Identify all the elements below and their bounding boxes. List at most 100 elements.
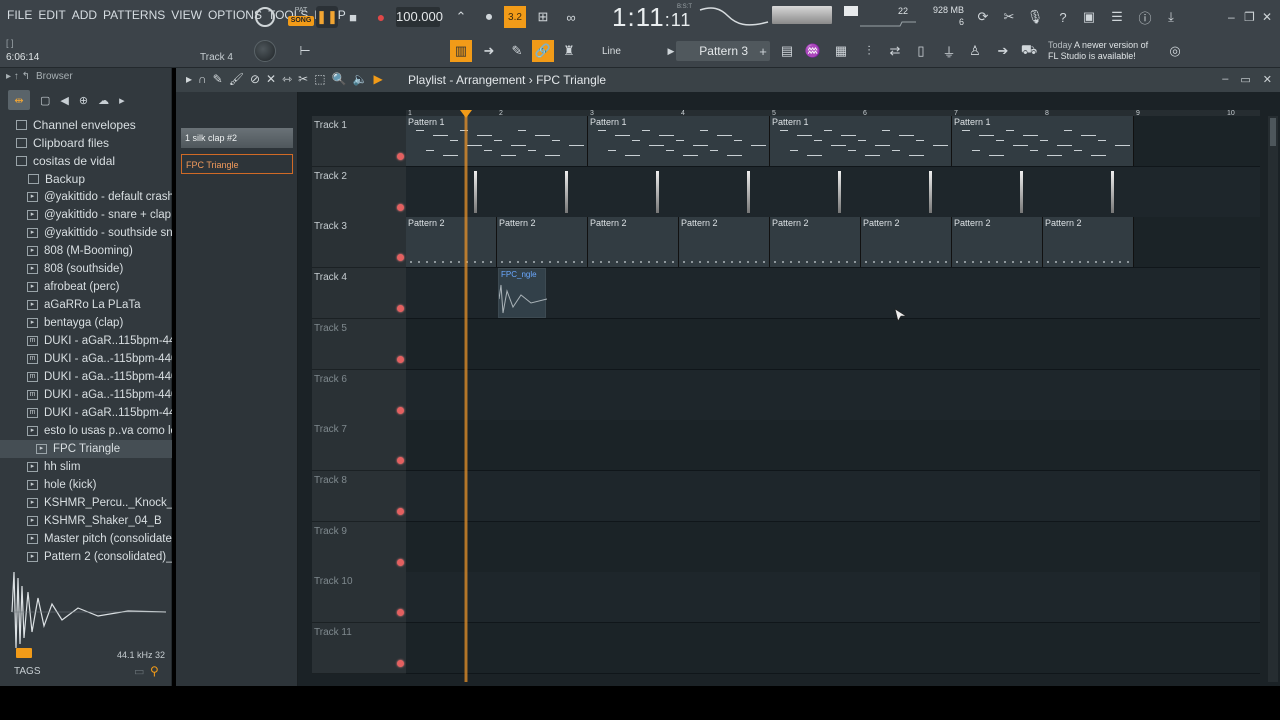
more-tabs-icon[interactable]: ▸ bbox=[119, 94, 125, 107]
slip-tool-icon[interactable]: ⇿ bbox=[282, 72, 292, 86]
pattern-clip[interactable]: Pattern 2 bbox=[1043, 217, 1134, 268]
pattern-clip[interactable]: Pattern 1 bbox=[770, 116, 952, 166]
microphone-icon[interactable]: 🎙 bbox=[1024, 6, 1046, 28]
master-pitch-knob-icon[interactable] bbox=[254, 40, 276, 62]
menu-arrow-icon[interactable]: ▸ bbox=[186, 72, 192, 86]
track-header[interactable]: Track 11 bbox=[312, 623, 406, 674]
database-tab-icon[interactable]: ⊕ bbox=[79, 94, 88, 107]
track-header[interactable]: Track 2 bbox=[312, 166, 406, 218]
preview-play-button[interactable] bbox=[16, 648, 32, 658]
track-lane[interactable]: FPC_ngle bbox=[406, 268, 1260, 320]
search-icon[interactable]: ⚲ bbox=[150, 664, 159, 678]
pattern-clip[interactable]: Pattern 1 bbox=[406, 116, 588, 166]
slider-icon[interactable]: ⊢ bbox=[294, 40, 316, 62]
pattern-clip[interactable]: Pattern 2 bbox=[497, 217, 588, 268]
browser-file[interactable]: ▸ afrobeat (perc) bbox=[0, 278, 172, 296]
track-mute-led-icon[interactable] bbox=[397, 507, 404, 515]
info-icon[interactable]: ⓘ bbox=[1134, 6, 1156, 28]
audio-clip-fpc-triangle[interactable]: FPC_ngle bbox=[498, 268, 547, 319]
folder-icon[interactable]: ▭ bbox=[134, 665, 144, 678]
news-panel[interactable]: Today A newer version of FL Studio is av… bbox=[1048, 40, 1148, 62]
track-lane[interactable] bbox=[406, 623, 1260, 674]
select-tool-icon[interactable]: ⬚ bbox=[314, 72, 325, 86]
tempo-display[interactable]: 100.000 bbox=[396, 7, 443, 27]
cut-icon[interactable]: ✂ bbox=[998, 6, 1020, 28]
track-lane[interactable] bbox=[406, 369, 1260, 421]
browser-file[interactable]: ▸ bentayga (clap) bbox=[0, 314, 172, 332]
pattern-clip[interactable]: Pattern 2 bbox=[952, 217, 1043, 268]
track-header[interactable]: Track 1 bbox=[312, 116, 406, 167]
mute-tool-icon[interactable]: ✕ bbox=[266, 72, 276, 86]
track-mute-led-icon[interactable] bbox=[397, 406, 404, 414]
snap-select[interactable]: Line bbox=[586, 42, 658, 62]
plug-icon[interactable]: ⏚ bbox=[938, 40, 960, 62]
fader-icon[interactable]: ⫶ bbox=[858, 40, 880, 62]
browser-file[interactable]: ▸ @yakittido - default crash bbox=[0, 188, 172, 206]
track-lane[interactable] bbox=[406, 572, 1260, 624]
audio-hit[interactable] bbox=[747, 170, 750, 213]
mixer-icon[interactable]: ☰ bbox=[1106, 6, 1128, 28]
draw-tool-icon[interactable]: ✎ bbox=[213, 72, 223, 86]
pat-song-toggle[interactable]: PAT SONG bbox=[288, 6, 314, 30]
menu-view[interactable]: VIEW bbox=[168, 8, 205, 22]
browser-file[interactable]: ▸ aGaRRo La PLaTa bbox=[0, 296, 172, 314]
browser-file[interactable]: ▸ hole (kick) bbox=[0, 476, 172, 494]
track-header[interactable]: Track 3 bbox=[312, 217, 406, 269]
mixer-view-icon[interactable]: ▦ bbox=[830, 40, 852, 62]
browser-file[interactable]: ▸ @yakittido - snare + clap bbox=[0, 206, 172, 224]
magnet-icon[interactable]: ∩ bbox=[198, 72, 207, 86]
track-lane[interactable] bbox=[406, 420, 1260, 472]
browser-file[interactable]: ▸ 808 (M-Booming) bbox=[0, 242, 172, 260]
track-lane[interactable]: Pattern 2 Pattern 2 Pattern 2 Pattern 2 Patt… bbox=[406, 217, 1260, 269]
browser-file[interactable]: m DUKI - aGaR..115bpm-440hz bbox=[0, 332, 172, 350]
picker-item-audio[interactable]: 1 silk clap #2 bbox=[181, 128, 293, 148]
audio-hit[interactable] bbox=[838, 170, 841, 213]
save-icon[interactable]: ▣ bbox=[1078, 6, 1100, 28]
cloud-tab-icon[interactable]: ☁ bbox=[98, 94, 109, 107]
track-header[interactable]: Track 9 bbox=[312, 521, 406, 573]
minimize-icon[interactable]: – bbox=[1228, 10, 1235, 24]
track-header[interactable]: Track 6 bbox=[312, 369, 406, 421]
picker-item-fpc-triangle[interactable]: FPC Triangle bbox=[181, 154, 293, 174]
track-mute-led-icon[interactable] bbox=[397, 609, 404, 617]
playlist-minimize-icon[interactable]: – bbox=[1222, 73, 1228, 86]
pattern-clip[interactable]: Pattern 2 bbox=[406, 217, 497, 268]
cart-icon[interactable]: ⛟ bbox=[1018, 40, 1040, 62]
all-tab-icon[interactable]: ⇹ bbox=[8, 90, 30, 110]
audio-hit[interactable] bbox=[1111, 170, 1114, 213]
stop-button[interactable]: ■ bbox=[342, 6, 364, 28]
slice-tool-icon[interactable]: ✂ bbox=[298, 72, 308, 86]
track-lane[interactable]: Pattern 1 Pattern 1 Pattern 1 Pattern 1 bbox=[406, 116, 1260, 167]
restore-icon[interactable]: ❐ bbox=[1244, 10, 1255, 24]
pattern-clip[interactable]: Pattern 2 bbox=[770, 217, 861, 268]
arrow-icon[interactable]: ➔ bbox=[992, 40, 1014, 62]
channel-rack-icon[interactable]: ▤ bbox=[776, 40, 798, 62]
vertical-scroll-thumb[interactable] bbox=[1270, 118, 1276, 146]
download-icon[interactable]: ⤓ bbox=[1160, 6, 1182, 28]
track-header[interactable]: Track 10 bbox=[312, 572, 406, 624]
track-mute-led-icon[interactable] bbox=[397, 457, 404, 465]
browser-file[interactable]: ▸ Pattern 2 (consolidated)_4 bbox=[0, 548, 172, 566]
browser-file[interactable]: m DUKI - aGaR..115bpm-440hz bbox=[0, 404, 172, 422]
pattern-clip[interactable]: Pattern 1 bbox=[952, 116, 1134, 166]
track-header[interactable]: Track 8 bbox=[312, 470, 406, 522]
browser-file[interactable]: m DUKI - aGa..-115bpm-440hz bbox=[0, 350, 172, 368]
wait-input-icon[interactable]: ⏺ bbox=[478, 6, 500, 28]
track-mute-led-icon[interactable] bbox=[397, 254, 404, 262]
track-mute-led-icon[interactable] bbox=[397, 558, 404, 566]
person-icon[interactable]: ♙ bbox=[964, 40, 986, 62]
pattern-clip[interactable]: Pattern 2 bbox=[861, 217, 952, 268]
browser-file[interactable]: m DUKI - aGa..-115bpm-440hz bbox=[0, 368, 172, 386]
track-lane[interactable] bbox=[406, 470, 1260, 522]
track-header[interactable]: Track 7 bbox=[312, 420, 406, 472]
track-header[interactable]: Track 4 bbox=[312, 268, 406, 320]
vertical-scrollbar[interactable] bbox=[1268, 116, 1278, 682]
menu-file[interactable]: FILE bbox=[4, 8, 35, 22]
menu-add[interactable]: ADD bbox=[69, 8, 100, 22]
browser-file[interactable]: ▸ Master pitch (consolidated) bbox=[0, 530, 172, 548]
tags-label[interactable]: TAGS bbox=[14, 666, 40, 677]
audio-hit[interactable] bbox=[565, 170, 568, 213]
browser-file[interactable]: ▸ hh slim bbox=[0, 458, 172, 476]
pattern-clip[interactable]: Pattern 2 bbox=[588, 217, 679, 268]
record-button[interactable]: ● bbox=[370, 6, 392, 28]
